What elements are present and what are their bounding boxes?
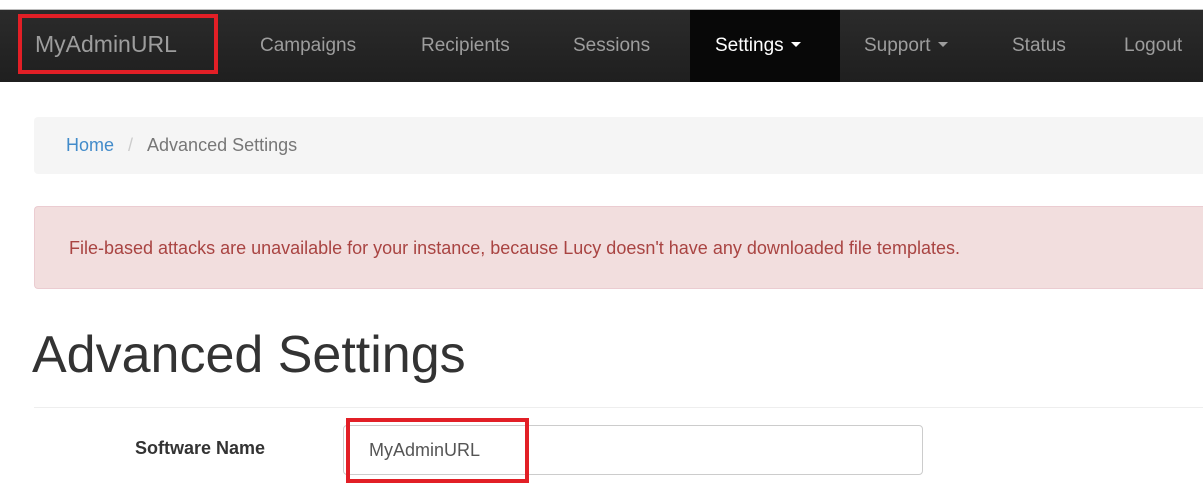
breadcrumb-home-link[interactable]: Home (66, 135, 114, 155)
breadcrumb-separator: / (128, 135, 134, 155)
nav-item-label: Support (864, 35, 931, 56)
breadcrumb-current: Advanced Settings (147, 135, 298, 155)
brand-link[interactable]: MyAdminURL (18, 14, 218, 74)
nav-item-campaigns[interactable]: Campaigns (260, 10, 356, 82)
software-name-label: Software Name (135, 438, 266, 458)
nav-item-label: Status (1012, 35, 1066, 56)
alert-message: File-based attacks are unavailable for y… (69, 238, 960, 258)
nav-item-label: Logout (1124, 35, 1183, 56)
alert-danger: File-based attacks are unavailable for y… (34, 206, 1203, 289)
nav-item-support[interactable]: Support (864, 10, 948, 82)
nav-item-label: Settings (715, 35, 784, 56)
nav-item-label: Recipients (421, 35, 510, 56)
page-title: Advanced Settings (32, 326, 466, 384)
nav-item-label: Campaigns (260, 35, 357, 56)
caret-down-icon (937, 42, 948, 48)
software-name-field (343, 425, 923, 475)
nav-item-logout[interactable]: Logout (1124, 10, 1182, 82)
nav-item-recipients[interactable]: Recipients (421, 10, 510, 82)
breadcrumb: Home / Advanced Settings (34, 117, 1203, 174)
nav-item-status[interactable]: Status (1012, 10, 1066, 82)
nav-item-sessions[interactable]: Sessions (573, 10, 650, 82)
header-divider (34, 407, 1203, 408)
caret-down-icon (790, 42, 801, 48)
software-name-input[interactable] (344, 426, 922, 474)
nav-item-settings[interactable]: Settings (690, 10, 840, 82)
nav-item-label: Sessions (573, 35, 651, 56)
